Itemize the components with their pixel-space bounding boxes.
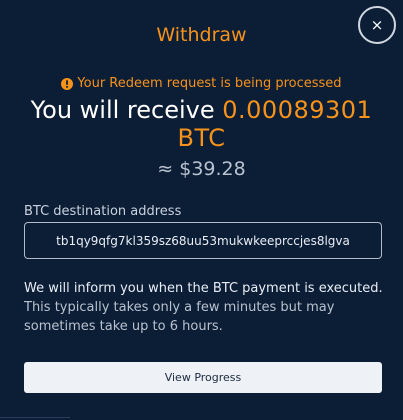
exclamation-circle-icon (61, 77, 74, 90)
receive-summary: You will receive 0.00089301 BTC (10, 96, 393, 152)
receive-prefix: You will receive (30, 96, 215, 124)
status-message: Your Redeem request is being processed (0, 76, 403, 91)
receive-currency: BTC (177, 124, 226, 152)
view-progress-button[interactable]: View Progress (24, 362, 382, 393)
info-text: We will inform you when the BTC payment … (24, 281, 383, 296)
usd-value: ≈ $39.28 (157, 158, 246, 180)
divider (0, 417, 70, 418)
address-label: BTC destination address (24, 204, 182, 219)
info-subtext: This typically takes only a few minutes … (24, 300, 335, 334)
withdraw-modal: × Withdraw Your Redeem request is being … (0, 0, 403, 420)
receive-amount: 0.00089301 (222, 96, 373, 124)
modal-title: Withdraw (156, 24, 247, 46)
btc-address-field[interactable] (24, 222, 382, 259)
status-text: Your Redeem request is being processed (77, 76, 342, 91)
